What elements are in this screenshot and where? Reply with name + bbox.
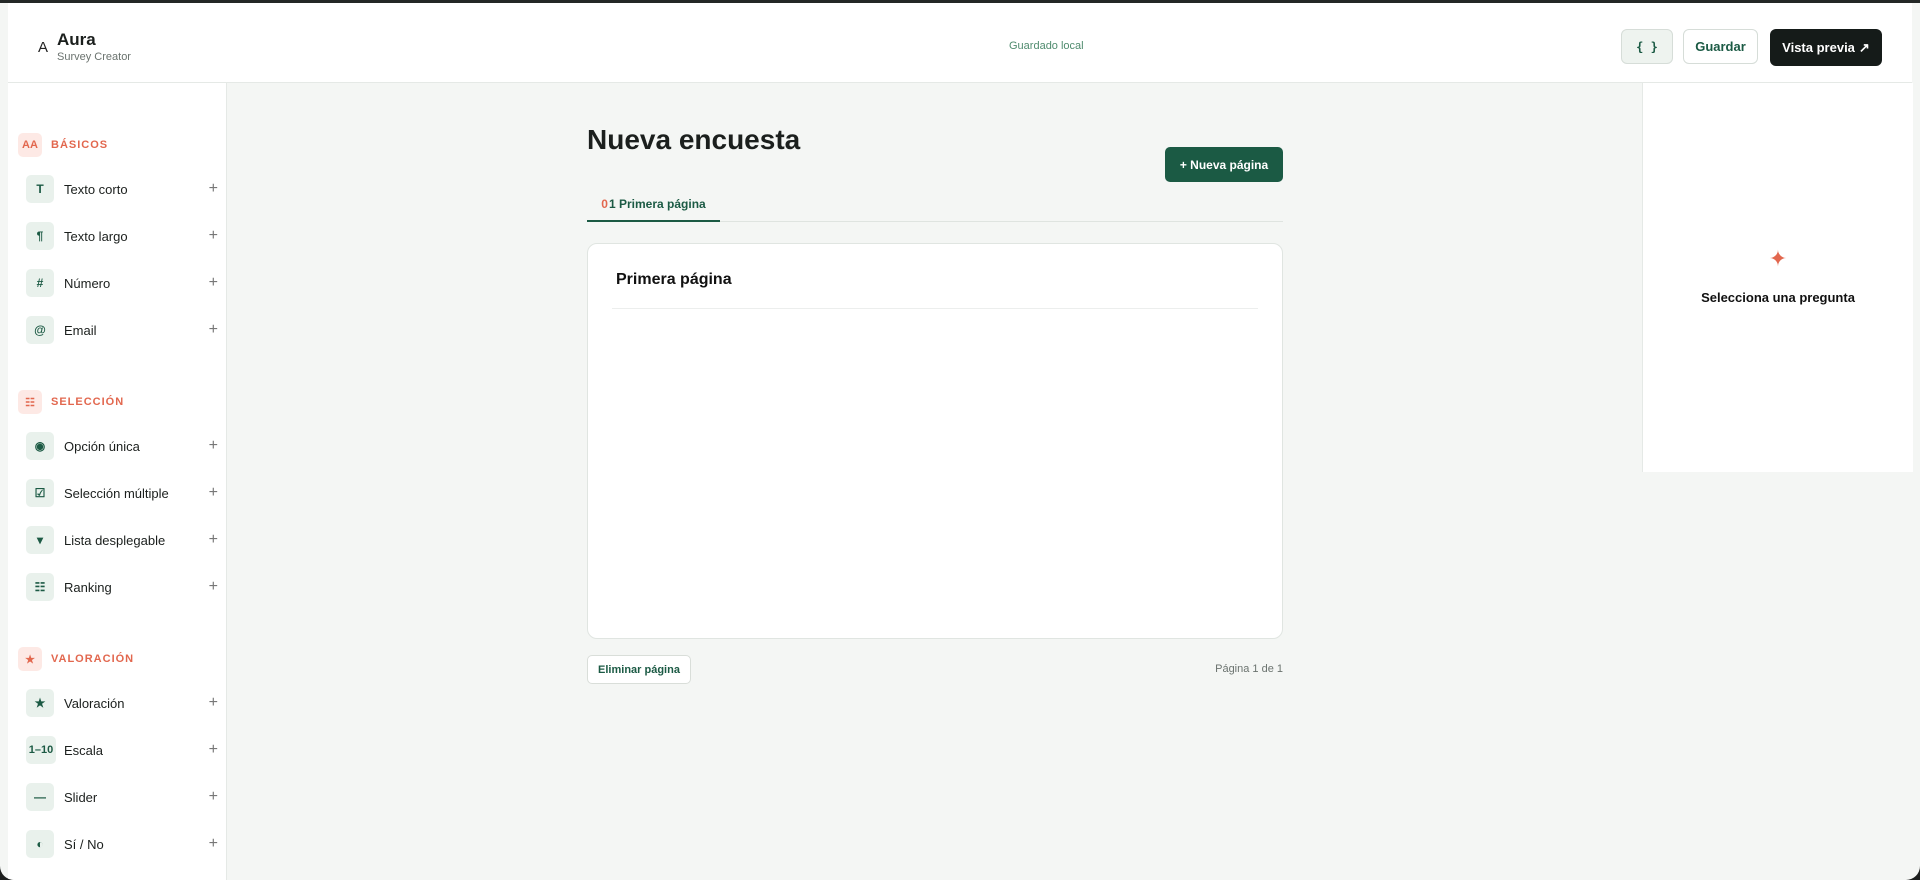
palette-item-valoracion[interactable]: ★ Valoración + — [26, 687, 218, 721]
survey-title[interactable]: Nueva encuesta — [587, 124, 800, 156]
palette-item-numero[interactable]: # Número + — [26, 267, 218, 301]
brand-subtitle: Survey Creator — [57, 51, 131, 63]
brand-logo-icon: A — [38, 39, 49, 56]
text-icon: T — [26, 175, 54, 203]
tab-number: 0 — [601, 197, 608, 211]
delete-page-button-label: Eliminar página — [598, 663, 680, 676]
hash-icon: # — [26, 269, 54, 297]
ranking-icon: ☷ — [26, 573, 54, 601]
add-icon[interactable]: + — [209, 578, 218, 596]
add-icon[interactable]: + — [209, 180, 218, 198]
slider-icon: — — [26, 783, 54, 811]
dropdown-icon: ▾ — [26, 526, 54, 554]
save-button[interactable]: Guardar — [1683, 29, 1758, 64]
add-icon[interactable]: + — [209, 321, 218, 339]
radio-icon: ◉ — [26, 432, 54, 460]
page-title[interactable]: Primera página — [616, 271, 732, 289]
palette-item-label: Texto largo — [64, 229, 128, 244]
preview-button-label: Vista previa — [1782, 40, 1855, 55]
palette-item-label: Ranking — [64, 580, 112, 595]
brand-name: Aura — [57, 30, 96, 49]
at-sign-icon: @ — [26, 316, 54, 344]
app-window: A Aura Survey Creator Guardado local { }… — [0, 0, 1920, 880]
divider — [612, 308, 1258, 309]
inspector-panel: ✦ Selecciona una pregunta — [1642, 83, 1913, 472]
braces-icon: { } — [1636, 39, 1658, 54]
sparkle-icon: ✦ — [1768, 246, 1788, 271]
page-counter: Página 1 de 1 — [1215, 663, 1283, 675]
section-title: VALORACIÓN — [51, 653, 135, 665]
add-icon[interactable]: + — [209, 437, 218, 455]
save-button-label: Guardar — [1695, 39, 1746, 54]
add-icon[interactable]: + — [209, 274, 218, 292]
palette-item-label: Selección múltiple — [64, 486, 169, 501]
external-arrow-icon: ↗ — [1858, 39, 1870, 55]
section-title: BÁSICOS — [51, 139, 109, 151]
list-icon: ☷ — [18, 390, 42, 414]
save-status: Guardado local — [1009, 40, 1084, 52]
checkbox-icon: ☑ — [26, 479, 54, 507]
preview-button[interactable]: Vista previa ↗ — [1770, 29, 1882, 66]
palette-item-texto-corto[interactable]: T Texto corto + — [26, 173, 218, 207]
palette-item-label: Escala — [64, 743, 104, 758]
palette-item-label: Lista desplegable — [64, 533, 166, 548]
empty-selection-message: Selecciona una pregunta — [1701, 290, 1855, 305]
star-icon: ★ — [26, 689, 54, 717]
palette-item-slider[interactable]: — Slider + — [26, 781, 218, 815]
palette-item-si-no[interactable]: ◐ Sí / No + — [26, 828, 218, 862]
scale-icon: 1–10 — [26, 736, 56, 764]
tab-label: 1 Primera página — [608, 197, 706, 211]
palette-item-escala[interactable]: 1–10 Escala + — [26, 734, 218, 768]
palette-item-seleccion-multiple[interactable]: ☑ Selección múltiple + — [26, 477, 218, 511]
top-bar: A Aura Survey Creator Guardado local { }… — [8, 3, 1912, 83]
question-palette: AA BÁSICOS T Texto corto + ¶ Texto largo… — [8, 83, 227, 880]
add-icon[interactable]: + — [209, 531, 218, 549]
new-page-button[interactable]: + Nueva página — [1165, 147, 1283, 182]
palette-item-lista-desplegable[interactable]: ▾ Lista desplegable + — [26, 524, 218, 558]
palette-item-label: Slider — [64, 790, 98, 805]
palette-item-label: Sí / No — [64, 837, 104, 852]
json-view-button[interactable]: { } — [1621, 29, 1673, 64]
delete-page-button[interactable]: Eliminar página — [587, 655, 691, 684]
palette-item-label: Número — [64, 276, 111, 291]
add-icon[interactable]: + — [209, 741, 218, 759]
palette-item-label: Texto corto — [64, 182, 128, 197]
palette-item-opcion-unica[interactable]: ◉ Opción única + — [26, 430, 218, 464]
paragraph-icon: ¶ — [26, 222, 54, 250]
palette-item-texto-largo[interactable]: ¶ Texto largo + — [26, 220, 218, 254]
new-page-button-label: + Nueva página — [1179, 157, 1269, 172]
palette-item-label: Valoración — [64, 696, 125, 711]
tab-primera-pagina[interactable]: 0 1 Primera página — [587, 188, 720, 222]
palette-item-ranking[interactable]: ☷ Ranking + — [26, 571, 218, 605]
add-icon[interactable]: + — [209, 484, 218, 502]
palette-item-label: Opción única — [64, 439, 140, 454]
half-circle-icon: ◐ — [26, 830, 54, 858]
add-icon[interactable]: + — [209, 788, 218, 806]
page-card: Primera página — [587, 243, 1283, 639]
add-icon[interactable]: + — [209, 694, 218, 712]
add-icon[interactable]: + — [209, 227, 218, 245]
page-tabs: 0 1 Primera página — [587, 188, 1283, 222]
add-icon[interactable]: + — [209, 835, 218, 853]
section-title: SELECCIÓN — [51, 396, 125, 408]
text-type-icon: AA — [18, 133, 42, 157]
palette-item-email[interactable]: @ Email + — [26, 314, 218, 348]
star-icon: ★ — [18, 647, 42, 671]
palette-item-label: Email — [64, 323, 97, 338]
